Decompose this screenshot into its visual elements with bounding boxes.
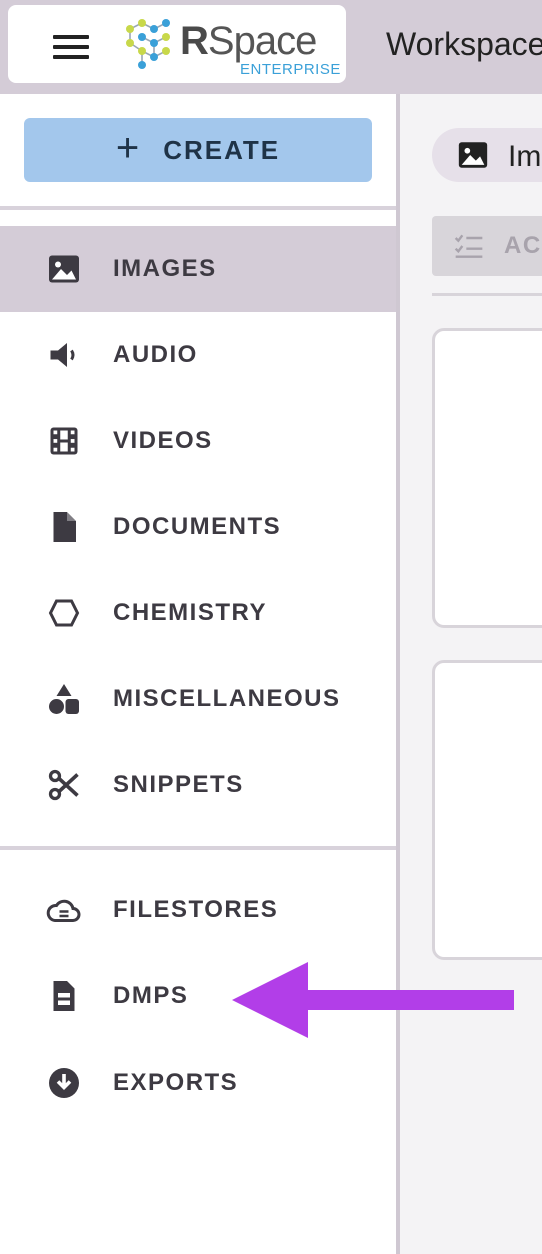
divider — [0, 846, 396, 850]
sidebar-item-miscellaneous[interactable]: MISCELLANEOUS — [0, 656, 396, 742]
logo-subtitle: ENTERPRISE — [240, 61, 341, 78]
hexagon-icon — [44, 593, 84, 633]
logo-card: RSpace ENTERPRISE — [8, 5, 346, 83]
rspace-logo[interactable]: RSpace ENTERPRISE — [120, 9, 346, 81]
sidebar-item-filestores[interactable]: FILESTORES — [0, 867, 396, 953]
sidebar-item-images[interactable]: IMAGES — [0, 226, 396, 312]
create-label: CREATE — [163, 134, 281, 165]
sidebar-item-label: CHEMISTRY — [113, 599, 267, 626]
actions-label: AC — [504, 232, 542, 259]
sidebar-item-label: FILESTORES — [113, 896, 279, 923]
sidebar-item-label: AUDIO — [113, 341, 198, 368]
cloud-storage-icon — [44, 890, 84, 930]
scissors-icon — [44, 765, 84, 805]
shapes-icon — [44, 679, 84, 719]
images-filter-chip[interactable]: Im — [432, 128, 542, 182]
image-icon — [458, 142, 488, 168]
sidebar-item-label: IMAGES — [113, 255, 217, 282]
sidebar-item-documents[interactable]: DOCUMENTS — [0, 484, 396, 570]
divider — [432, 293, 542, 296]
checklist-icon — [454, 234, 483, 258]
create-button[interactable]: + CREATE — [24, 118, 372, 182]
sidebar-item-snippets[interactable]: SNIPPETS — [0, 742, 396, 828]
annotation-arrow — [232, 962, 514, 1038]
document-icon — [44, 507, 84, 547]
sidebar-item-label: DMPS — [113, 982, 189, 1009]
chip-label: Im — [508, 140, 542, 173]
sidebar-item-label: EXPORTS — [113, 1069, 239, 1096]
main-content: Im AC — [400, 94, 542, 1254]
sidebar: + CREATE IMAGES AUDIO VIDEOS DOCUMENTS C… — [0, 94, 396, 1254]
download-circle-icon — [44, 1063, 84, 1103]
page-title: Workspace — [386, 26, 542, 62]
image-icon — [44, 249, 84, 289]
gallery-card[interactable] — [432, 328, 542, 628]
actions-button[interactable]: AC — [432, 216, 542, 276]
sidebar-item-label: SNIPPETS — [113, 771, 244, 798]
dmp-document-icon — [44, 976, 84, 1016]
sidebar-item-exports[interactable]: EXPORTS — [0, 1040, 396, 1126]
sidebar-item-audio[interactable]: AUDIO — [0, 312, 396, 398]
sidebar-item-videos[interactable]: VIDEOS — [0, 398, 396, 484]
sidebar-item-label: MISCELLANEOUS — [113, 685, 341, 712]
menu-icon[interactable] — [44, 29, 92, 69]
sidebar-item-label: VIDEOS — [113, 427, 213, 454]
divider — [0, 206, 396, 210]
logo-wordmark: RSpace — [180, 19, 317, 63]
sidebar-item-label: DOCUMENTS — [113, 513, 282, 540]
gallery-card[interactable] — [432, 660, 542, 960]
app-header: RSpace ENTERPRISE Workspace — [0, 0, 542, 94]
molecule-logo-icon — [126, 19, 170, 69]
plus-icon: + — [115, 126, 140, 170]
film-icon — [44, 421, 84, 461]
sidebar-item-chemistry[interactable]: CHEMISTRY — [0, 570, 396, 656]
speaker-icon — [44, 335, 84, 375]
